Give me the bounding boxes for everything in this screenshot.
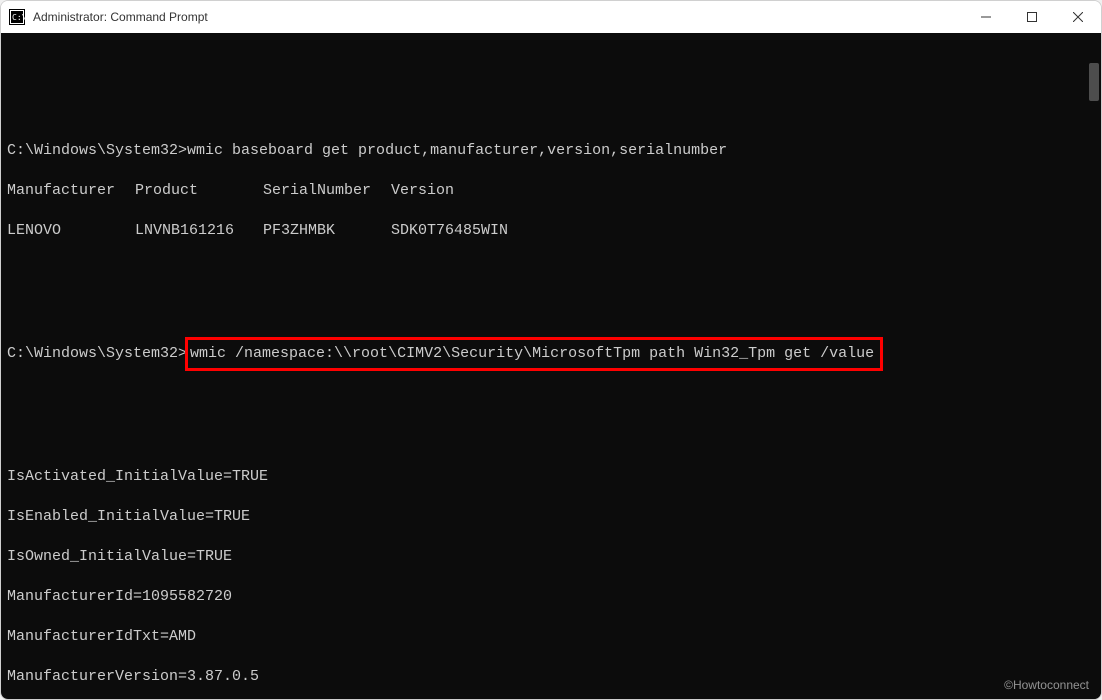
terminal-line bbox=[7, 387, 1095, 407]
command-text: wmic /namespace:\\root\CIMV2\Security\Mi… bbox=[190, 345, 874, 362]
cell: LENOVO bbox=[7, 221, 135, 241]
output-line: IsOwned_InitialValue=TRUE bbox=[7, 547, 1095, 567]
prompt: C:\Windows\System32> bbox=[7, 142, 187, 159]
terminal-line bbox=[7, 261, 1095, 281]
command-line: C:\Windows\System32>wmic baseboard get p… bbox=[7, 141, 1095, 161]
terminal-line bbox=[7, 301, 1095, 321]
terminal-area[interactable]: C:\Windows\System32>wmic baseboard get p… bbox=[1, 33, 1101, 699]
output-line: ManufacturerId=1095582720 bbox=[7, 587, 1095, 607]
maximize-button[interactable] bbox=[1009, 1, 1055, 33]
cell: PF3ZHMBK bbox=[263, 221, 391, 241]
highlighted-command: wmic /namespace:\\root\CIMV2\Security\Mi… bbox=[185, 337, 883, 371]
scrollbar-thumb[interactable] bbox=[1089, 63, 1099, 101]
terminal-line bbox=[7, 61, 1095, 81]
output-line: IsEnabled_InitialValue=TRUE bbox=[7, 507, 1095, 527]
table-header: ManufacturerProductSerialNumberVersion bbox=[7, 181, 1095, 201]
watermark: ©Howtoconnect bbox=[1004, 675, 1089, 695]
command-text: wmic baseboard get product,manufacturer,… bbox=[187, 142, 727, 159]
scrollbar-track[interactable] bbox=[1085, 33, 1101, 699]
minimize-button[interactable] bbox=[963, 1, 1009, 33]
close-button[interactable] bbox=[1055, 1, 1101, 33]
terminal-line bbox=[7, 427, 1095, 447]
prompt: C:\Windows\System32> bbox=[7, 345, 187, 362]
output-line: ManufacturerIdTxt=AMD bbox=[7, 627, 1095, 647]
col-header: Manufacturer bbox=[7, 181, 135, 201]
output-line: IsActivated_InitialValue=TRUE bbox=[7, 467, 1095, 487]
command-prompt-window: C:\ Administrator: Command Prompt C:\Win… bbox=[0, 0, 1102, 700]
col-header: Product bbox=[135, 181, 263, 201]
col-header: Version bbox=[391, 181, 1095, 201]
titlebar[interactable]: C:\ Administrator: Command Prompt bbox=[1, 1, 1101, 33]
cell: LNVNB161216 bbox=[135, 221, 263, 241]
cmd-icon: C:\ bbox=[9, 9, 25, 25]
window-title: Administrator: Command Prompt bbox=[33, 10, 963, 24]
col-header: SerialNumber bbox=[263, 181, 391, 201]
terminal-line bbox=[7, 101, 1095, 121]
cell: SDK0T76485WIN bbox=[391, 221, 1095, 241]
table-row: LENOVOLNVNB161216PF3ZHMBKSDK0T76485WIN bbox=[7, 221, 1095, 241]
window-controls bbox=[963, 1, 1101, 33]
svg-text:C:\: C:\ bbox=[12, 13, 25, 22]
output-line: ManufacturerVersion=3.87.0.5 bbox=[7, 667, 1095, 687]
command-line: C:\Windows\System32>wmic /namespace:\\ro… bbox=[7, 341, 1095, 367]
